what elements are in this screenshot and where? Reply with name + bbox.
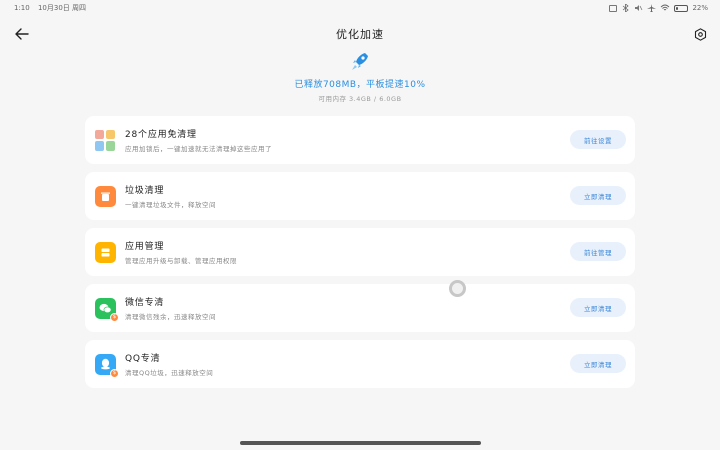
go-manage-button[interactable]: 前往管理 — [570, 242, 626, 261]
settings-button[interactable] — [688, 22, 712, 46]
card-description: 管理应用升级与卸载、管理应用权限 — [125, 257, 237, 265]
card-description: 清理微信残余，迅速释放空间 — [125, 313, 216, 321]
card-texts: 应用管理 管理应用升级与卸载、管理应用权限 — [125, 239, 237, 265]
card-title: 微信专清 — [125, 298, 165, 308]
card-exempt-apps[interactable]: 28个应用免清理 应用加锁后，一键加速就无法清理掉这些应用了 前往设置 — [85, 116, 635, 164]
card-junk-clean[interactable]: 垃圾清理 一键清理垃圾文件，释放空间 立即清理 — [85, 172, 635, 220]
status-date: 10月30日 周四 — [37, 4, 87, 12]
clean-now-button[interactable]: 立即清理 — [570, 298, 626, 317]
card-texts: 28个应用免清理 应用加锁后，一键加速就无法清理掉这些应用了 — [125, 127, 272, 153]
card-app-management[interactable]: 应用管理 管理应用升级与卸载、管理应用权限 前往管理 — [85, 228, 635, 276]
status-bar: 1:10 10月30日 周四 22% — [0, 0, 720, 16]
card-description: 一键清理垃圾文件，释放空间 — [125, 201, 216, 209]
battery-percent: 22% — [692, 4, 708, 12]
feature-list: 28个应用免清理 应用加锁后，一键加速就无法清理掉这些应用了 前往设置 垃圾清理… — [85, 116, 635, 396]
available-memory: 可用内存 3.4GB / 6.0GB — [318, 95, 402, 103]
card-title: 应用管理 — [125, 242, 165, 252]
optimization-summary: 已释放708MB，平板提速10% 可用内存 3.4GB / 6.0GB — [0, 50, 720, 103]
home-indicator[interactable] — [240, 441, 481, 445]
card-description: 应用加锁后，一键加速就无法清理掉这些应用了 — [125, 145, 272, 153]
status-right: 22% — [609, 4, 708, 12]
status-time: 1:10 — [14, 4, 30, 12]
trash-icon — [95, 185, 116, 207]
wechat-icon: $ — [95, 297, 119, 322]
card-texts: QQ专清 清理QQ垃圾，迅速释放空间 — [125, 351, 213, 377]
badge-icon: $ — [110, 312, 119, 322]
rocket-icon — [352, 53, 368, 70]
card-title: QQ专清 — [125, 354, 161, 364]
mute-icon — [635, 5, 643, 11]
status-left: 1:10 10月30日 周四 — [14, 3, 92, 13]
gear-icon — [694, 27, 706, 41]
card-wechat-clean[interactable]: $ 微信专清 清理微信残余，迅速释放空间 立即清理 — [85, 284, 635, 332]
page-title: 优化加速 — [336, 28, 384, 41]
card-qq-clean[interactable]: $ QQ专清 清理QQ垃圾，迅速释放空间 立即清理 — [85, 340, 635, 388]
screenshot-icon — [609, 4, 618, 12]
go-settings-button[interactable]: 前往设置 — [570, 130, 626, 149]
app-grid-icon — [95, 129, 116, 151]
battery-icon — [674, 4, 689, 12]
qq-icon: $ — [95, 353, 119, 378]
clean-now-button[interactable]: 立即清理 — [570, 354, 626, 373]
card-title: 28个应用免清理 — [125, 130, 197, 140]
clean-now-button[interactable]: 立即清理 — [570, 186, 626, 205]
header: 优化加速 — [0, 20, 720, 46]
bluetooth-icon — [623, 4, 630, 12]
wifi-icon — [661, 4, 670, 11]
card-texts: 微信专清 清理微信残余，迅速释放空间 — [125, 295, 216, 321]
badge-icon: $ — [110, 368, 119, 378]
loading-spinner — [449, 280, 466, 297]
card-title: 垃圾清理 — [125, 186, 165, 196]
card-texts: 垃圾清理 一键清理垃圾文件，释放空间 — [125, 183, 216, 209]
app-manage-icon — [95, 241, 116, 263]
freed-memory-headline: 已释放708MB，平板提速10% — [294, 80, 426, 90]
airplane-icon — [647, 4, 657, 12]
card-description: 清理QQ垃圾，迅速释放空间 — [125, 369, 214, 377]
